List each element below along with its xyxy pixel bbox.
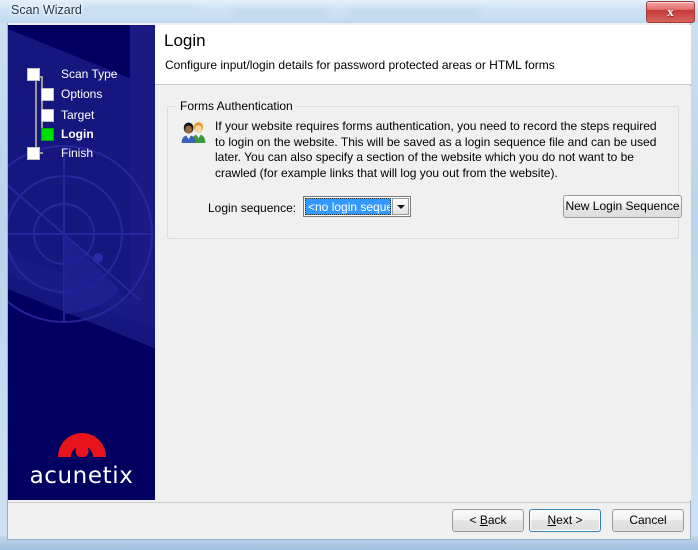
forms-authentication-group-label: Forms Authentication	[176, 99, 297, 113]
page-title: Login	[164, 31, 206, 50]
sidebar-item-label: Login	[61, 127, 94, 141]
login-sequence-label: Login sequence:	[208, 201, 297, 215]
window-title: Scan Wizard	[11, 3, 82, 17]
wizard-footer: < Back Next > Cancel	[8, 502, 690, 539]
chevron-down-glyph	[397, 205, 405, 209]
titlebar-background	[0, 0, 698, 23]
new-login-sequence-button[interactable]: New Login Sequence	[563, 195, 682, 218]
step-marker	[41, 109, 54, 122]
acunetix-logo: acunetix	[8, 423, 155, 489]
forms-authentication-description: If your website requires forms authentic…	[215, 119, 657, 180]
close-button[interactable]: x	[646, 1, 695, 23]
page-subtitle: Configure input/login details for passwo…	[165, 58, 555, 72]
sidebar-item-label: Scan Type	[61, 67, 118, 81]
cancel-button[interactable]: Cancel	[612, 509, 684, 532]
scan-wizard-window: Scan Wizard x Scan Type Options Target L…	[0, 0, 698, 550]
page-content: Forms Authentication If your website req…	[155, 86, 691, 500]
sidebar-item-label: Finish	[61, 146, 94, 160]
step-marker	[27, 68, 40, 81]
sidebar-item-label: Options	[61, 87, 103, 101]
login-sequence-dropdown[interactable]: <no login sequence>	[303, 196, 411, 217]
users-icon	[181, 122, 206, 143]
wizard-sidebar: Scan Type Options Target Login Finish ac…	[8, 25, 155, 500]
chevron-down-icon[interactable]	[392, 198, 409, 215]
acunetix-wordmark: acunetix	[29, 463, 134, 489]
page-header: Login Configure input/login details for …	[155, 25, 691, 85]
next-button[interactable]: Next >	[529, 509, 601, 532]
login-sequence-selected-value: <no login sequence>	[305, 198, 391, 215]
window-titlebar: Scan Wizard x	[0, 0, 698, 23]
close-icon: x	[667, 4, 674, 19]
sidebar-item-label: Target	[61, 108, 95, 122]
wizard-steps: Scan Type Options Target Login Finish	[8, 25, 155, 160]
step-marker-active	[41, 128, 54, 141]
forms-authentication-group: Forms Authentication If your website req…	[167, 99, 682, 239]
step-connector	[35, 76, 37, 152]
step-marker	[41, 88, 54, 101]
step-marker	[27, 147, 40, 160]
radar-globe-graphic	[8, 145, 153, 323]
acunetix-arch-logo-icon	[57, 433, 106, 457]
back-button[interactable]: < Back	[452, 509, 524, 532]
